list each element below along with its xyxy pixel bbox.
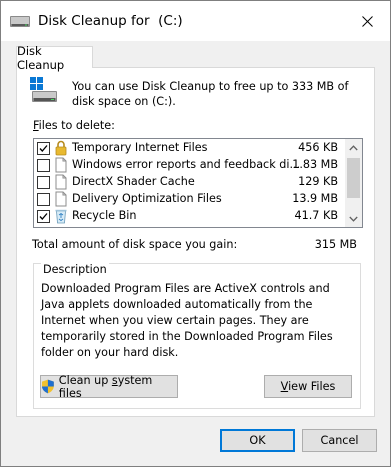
- file-name: DirectX Shader Cache: [72, 175, 195, 188]
- tab-disk-cleanup[interactable]: Disk Cleanup: [16, 44, 93, 72]
- list-item[interactable]: Windows error reports and feedback di...…: [34, 157, 344, 174]
- title-bar[interactable]: Disk Cleanup for (C:): [1, 1, 390, 41]
- list-item[interactable]: DirectX Shader Cache 129 KB: [34, 174, 344, 191]
- description-legend: Description: [41, 263, 109, 276]
- disk-cleanup-panel: You can use Disk Cleanup to free up to 3…: [16, 67, 375, 417]
- chevron-up-icon: [349, 144, 358, 150]
- disk-cleanup-icon: [10, 16, 30, 27]
- file-name: Temporary Internet Files: [72, 141, 208, 154]
- uac-shield-icon: [41, 379, 54, 394]
- check-icon: [39, 145, 48, 152]
- ok-button[interactable]: OK: [220, 429, 295, 452]
- view-files-button[interactable]: View Files: [264, 375, 352, 398]
- window-title: Disk Cleanup for (C:): [38, 13, 183, 29]
- file-name: Delivery Optimization Files: [72, 192, 222, 205]
- file-size: 13.9 MB: [292, 192, 338, 205]
- files-list-scrollbar[interactable]: [345, 139, 362, 227]
- files-list[interactable]: Temporary Internet Files 456 KB Windows …: [33, 138, 363, 228]
- list-item[interactable]: Recycle Bin 41.7 KB: [34, 208, 344, 225]
- files-to-delete-label: Files to delete:: [33, 119, 115, 132]
- clean-up-system-files-label: Clean up system files: [58, 373, 153, 400]
- file-size: 456 KB: [298, 141, 338, 154]
- checkbox-checked[interactable]: [37, 210, 50, 223]
- chevron-down-icon: [349, 216, 358, 222]
- list-item[interactable]: Temporary Internet Files 456 KB: [34, 140, 344, 157]
- list-item[interactable]: Delivery Optimization Files 13.9 MB: [34, 191, 344, 208]
- checkbox-unchecked[interactable]: [37, 193, 50, 206]
- checkbox-unchecked[interactable]: [37, 159, 50, 172]
- checkbox-checked[interactable]: [37, 142, 50, 155]
- checkbox-unchecked[interactable]: [37, 176, 50, 189]
- scroll-down-button[interactable]: [345, 210, 362, 227]
- intro-text: You can use Disk Cleanup to free up to 3…: [72, 80, 349, 108]
- close-icon: [361, 15, 373, 27]
- file-size: 129 KB: [298, 175, 338, 188]
- file-size: 1.83 MB: [292, 158, 338, 171]
- drive-cleanup-icon: [30, 77, 57, 102]
- lock-icon: [55, 140, 67, 156]
- file-name: Recycle Bin: [72, 209, 137, 222]
- file-icon: [55, 174, 67, 190]
- recycle-bin-icon: [55, 209, 67, 224]
- file-icon: [55, 157, 67, 173]
- file-icon: [55, 191, 67, 207]
- clean-up-system-files-button[interactable]: Clean up system files: [40, 373, 178, 400]
- check-icon: [39, 213, 48, 220]
- total-space-label: Total amount of disk space you gain:: [32, 238, 238, 251]
- view-files-label: View Files: [280, 380, 336, 393]
- scroll-up-button[interactable]: [345, 139, 362, 156]
- scroll-thumb[interactable]: [347, 158, 360, 198]
- cancel-button[interactable]: Cancel: [302, 429, 377, 452]
- disk-cleanup-window: Disk Cleanup for (C:) Disk Cleanup You c…: [0, 0, 391, 467]
- description-text: Downloaded Program Files are ActiveX con…: [41, 282, 333, 359]
- file-size: 41.7 KB: [294, 209, 338, 222]
- file-name: Windows error reports and feedback di...: [72, 158, 301, 171]
- total-space-value: 315 MB: [314, 238, 357, 251]
- close-button[interactable]: [344, 1, 390, 41]
